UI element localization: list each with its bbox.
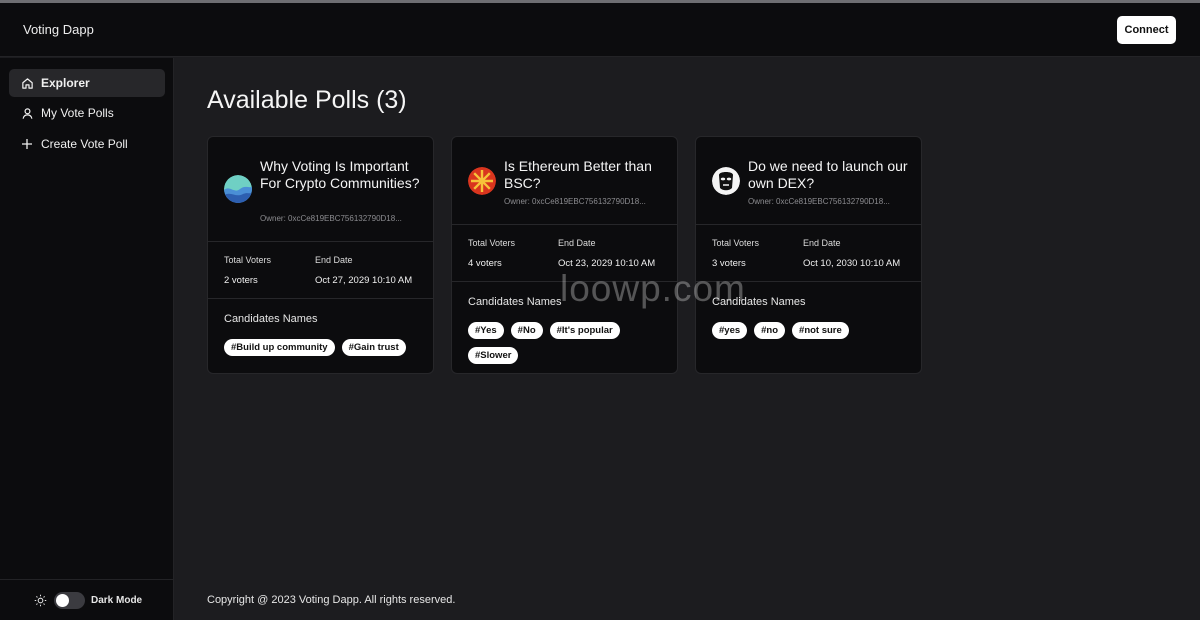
sidebar: Explorer My Vote Polls Create Vote Poll … xyxy=(0,58,174,620)
card-divider xyxy=(696,224,921,225)
candidate-tag[interactable]: #Gain trust xyxy=(341,339,406,356)
watermark: loowp.com xyxy=(560,268,746,309)
plus-icon xyxy=(20,137,34,151)
candidate-tags: #Yes #No #It's popular #Slower xyxy=(468,322,668,364)
total-voters-value: 2 voters xyxy=(224,275,258,286)
candidate-tag[interactable]: #no xyxy=(754,322,786,339)
poll-card[interactable]: Why Voting Is Important For Crypto Commu… xyxy=(207,136,434,374)
sidebar-item-label: My Vote Polls xyxy=(41,106,114,120)
connect-button[interactable]: Connect xyxy=(1117,16,1176,44)
user-icon xyxy=(20,106,34,120)
sidebar-item-label: Create Vote Poll xyxy=(41,137,128,151)
toggle-knob xyxy=(56,593,69,607)
total-voters-label: Total Voters xyxy=(468,238,516,248)
end-date-label: End Date xyxy=(558,238,596,248)
sun-icon xyxy=(34,594,47,607)
sidebar-item-create-vote-poll[interactable]: Create Vote Poll xyxy=(9,130,165,158)
end-date-value: Oct 27, 2029 10:10 AM xyxy=(315,275,413,286)
mask-avatar-icon xyxy=(712,167,740,195)
dark-mode-label: Dark Mode xyxy=(91,594,143,606)
end-date-label: End Date xyxy=(803,238,841,248)
sidebar-item-my-vote-polls[interactable]: My Vote Polls xyxy=(9,99,165,127)
candidate-tag[interactable]: #yes xyxy=(712,322,748,339)
candidates-label: Candidates Names xyxy=(468,296,562,308)
top-header: Voting Dapp Connect xyxy=(0,3,1200,57)
page-title: Available Polls (3) xyxy=(207,86,407,114)
candidates-label: Candidates Names xyxy=(224,313,318,325)
sidebar-footer: Dark Mode xyxy=(0,579,174,620)
candidate-tags: #yes #no #not sure xyxy=(712,322,912,339)
poll-question: Is Ethereum Better than BSC? xyxy=(504,158,652,191)
total-voters-value: 4 voters xyxy=(468,258,502,269)
candidate-tag[interactable]: #Yes xyxy=(468,322,504,339)
card-divider xyxy=(452,224,677,225)
candidate-tag[interactable]: #No xyxy=(510,322,543,339)
poll-card[interactable]: Is Ethereum Better than BSC? Owner: 0xcC… xyxy=(451,136,678,374)
candidate-tag[interactable]: #It's popular xyxy=(549,322,620,339)
copyright-footer: Copyright @ 2023 Voting Dapp. All rights… xyxy=(207,594,456,606)
wave-avatar-icon xyxy=(224,175,252,203)
poll-card[interactable]: Do we need to launch our own DEX? Owner:… xyxy=(695,136,922,374)
poll-owner: Owner: 0xcCe819EBC756132790D18... xyxy=(260,214,402,223)
total-voters-label: Total Voters xyxy=(712,238,760,248)
home-icon xyxy=(20,76,34,90)
candidate-tag[interactable]: #not sure xyxy=(792,322,849,339)
poll-question: Do we need to launch our own DEX? xyxy=(748,158,908,191)
end-date-label: End Date xyxy=(315,255,353,265)
card-divider xyxy=(208,241,433,242)
end-date-value: Oct 10, 2030 10:10 AM xyxy=(803,258,901,269)
card-divider xyxy=(208,298,433,299)
poll-owner: Owner: 0xcCe819EBC756132790D18... xyxy=(748,197,890,206)
candidate-tag[interactable]: #Slower xyxy=(468,347,519,364)
poll-owner: Owner: 0xcCe819EBC756132790D18... xyxy=(504,197,646,206)
candidate-tag[interactable]: #Build up community xyxy=(224,339,335,356)
sidebar-item-explorer[interactable]: Explorer xyxy=(9,69,165,97)
poll-question: Why Voting Is Important For Crypto Commu… xyxy=(260,158,420,191)
sidebar-item-label: Explorer xyxy=(41,76,90,90)
sunburst-avatar-icon xyxy=(468,167,496,195)
app-title: Voting Dapp xyxy=(23,22,94,37)
total-voters-label: Total Voters xyxy=(224,255,272,265)
dark-mode-toggle[interactable] xyxy=(54,591,85,609)
candidate-tags: #Build up community #Gain trust xyxy=(224,339,424,356)
